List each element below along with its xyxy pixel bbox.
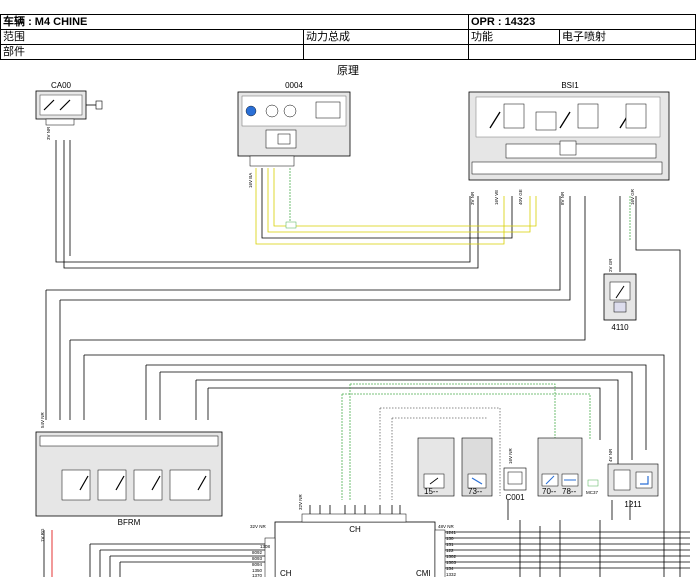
- component-box-15-73: 15-- 73--: [417, 437, 493, 497]
- ch-wire-r-4: 1302: [446, 554, 457, 559]
- wire: [208, 387, 601, 440]
- ch-wire-r-2: 131: [446, 542, 454, 547]
- ch-wire-r-0: 1241: [446, 530, 457, 535]
- cmi-label: CMI: [416, 569, 431, 577]
- ch-wire-r-3: 122: [446, 548, 454, 553]
- c1211-label: 1211: [624, 500, 642, 509]
- bsi1-connector-2: 16V VE: [494, 190, 499, 205]
- wire: [89, 544, 121, 577]
- component-ch: CH CH CMI 32V NR 32V NR 48V NR 1308 8092…: [250, 493, 457, 577]
- ch-connector-1: 32V NR: [250, 524, 267, 529]
- ch-wire-r-6: 134: [446, 566, 454, 571]
- ch-wire-r-5: 1303: [446, 560, 457, 565]
- ch-wire-r-1: 130: [446, 536, 454, 541]
- c0004-label: 0004: [285, 81, 303, 90]
- component-bsi1: BSI1 3V NR 16V VE 40V GE 8V NR 16V GR: [468, 81, 670, 205]
- ca00-connector: 3V NR: [46, 126, 51, 140]
- wire: [46, 196, 561, 291]
- component-1211: 1211 4V NR: [607, 448, 659, 509]
- component-ca00: CA00 3V NR: [35, 81, 103, 140]
- c4110-label: 4110: [611, 323, 629, 332]
- box73-label: 73--: [468, 487, 483, 496]
- dial-icon: [265, 104, 279, 118]
- ch-connector-2: 32V NR: [298, 493, 303, 510]
- box15-label: 15--: [424, 487, 439, 496]
- bfrm-label: BFRM: [118, 518, 141, 527]
- bsi1-label: BSI1: [561, 81, 579, 90]
- mc37-label: MC37: [586, 490, 599, 495]
- ch-wire-l-3: 8094: [252, 562, 263, 567]
- wire: [60, 196, 571, 301]
- ca00-label: CA00: [51, 81, 72, 90]
- wire-green: [342, 393, 591, 440]
- bsi1-connector-4: 8V NR: [560, 191, 565, 205]
- bsi1-connector-1: 3V NR: [470, 191, 475, 205]
- component-c001: C001 16V NR: [503, 447, 527, 502]
- component-0004: 0004 16V BA: [237, 81, 351, 229]
- c4110-connector: 2V GR: [608, 258, 613, 272]
- wire: [663, 470, 681, 577]
- wire: [440, 531, 690, 569]
- ch-wire-l-5: 1370: [252, 573, 263, 577]
- bsi1-connector-5: 16V GR: [630, 188, 635, 205]
- bsi1-connector-3: 40V GE: [518, 189, 523, 205]
- wiring-diagram: CA00 3V NR 0004 16V BA BSI1 3V NR 16V VE…: [35, 81, 690, 577]
- box70-label: 70--: [542, 487, 557, 496]
- bfrm-connector-1: 54V NR: [40, 411, 45, 428]
- dial-icon: [283, 104, 297, 118]
- ch-wire-l-1: 8092: [252, 550, 263, 555]
- c0004-connector: 16V BA: [248, 173, 253, 188]
- ch-label: CH: [349, 525, 361, 534]
- component-bfrm: BFRM 54V NR 1V RG: [35, 411, 223, 542]
- ch-wire-l-2: 8093: [252, 556, 263, 561]
- c1211-connector: 4V NR: [608, 448, 613, 462]
- ch-wire-l-0: 1308: [260, 544, 271, 549]
- ch-bottom-label: CH: [280, 569, 292, 577]
- c001-label: C001: [505, 493, 525, 502]
- ch-wire-r-7: 1332: [446, 572, 457, 577]
- box78-label: 78--: [562, 487, 577, 496]
- wire: [635, 196, 681, 480]
- wire-green: [350, 383, 556, 440]
- gauge-icon: [245, 105, 257, 117]
- bfrm-connector-2: 1V RG: [40, 528, 45, 542]
- ch-connector-3: 48V NR: [438, 524, 455, 529]
- c001-connector: 16V NR: [508, 447, 513, 464]
- wire-yellow: [255, 168, 505, 245]
- wire: [519, 520, 601, 577]
- wire: [507, 500, 631, 520]
- component-box-70-78: 70-- 78-- MC37: [537, 437, 599, 497]
